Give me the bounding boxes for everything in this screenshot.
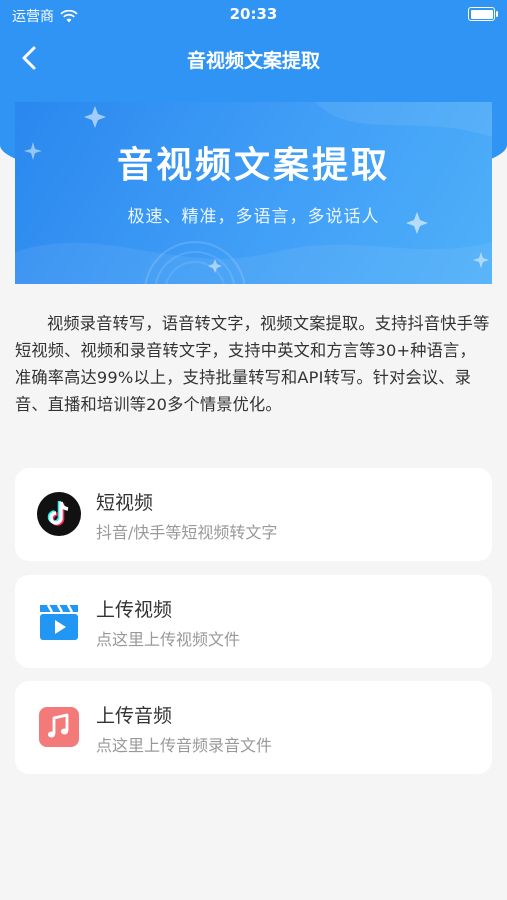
music-note-icon	[39, 707, 79, 747]
card-title: 短视频	[96, 492, 154, 514]
clock: 20:33	[229, 5, 278, 23]
card-subtitle: 点这里上传视频文件	[96, 630, 241, 649]
status-bar: 运营商 20:33	[0, 0, 507, 30]
battery-icon	[468, 7, 498, 21]
banner-subtitle: 极速、精准，多语言，多说话人	[127, 207, 380, 227]
video-clapper-icon	[40, 604, 78, 640]
banner-title: 音视频文案提取	[116, 145, 390, 186]
upload-video-card[interactable]: 上传视频 点这里上传视频文件	[15, 575, 492, 668]
hero-banner: 音视频文案提取 极速、精准，多语言，多说话人	[15, 102, 492, 284]
card-title: 上传音频	[96, 705, 173, 727]
description-text: 视频录音转写，语音转文字，视频文案提取。支持抖音快手等短视频、视频和录音转文字，…	[15, 314, 490, 414]
upload-audio-card[interactable]: 上传音频 点这里上传音频录音文件	[15, 681, 492, 774]
card-title: 上传视频	[96, 599, 173, 621]
page-title: 音视频文案提取	[186, 50, 320, 72]
card-subtitle: 点这里上传音频录音文件	[96, 736, 273, 755]
card-subtitle: 抖音/快手等短视频转文字	[96, 523, 278, 542]
tiktok-icon	[37, 492, 81, 536]
short-video-card[interactable]: 短视频 抖音/快手等短视频转文字	[15, 468, 492, 561]
navigation-bar: 音视频文案提取	[0, 34, 507, 82]
banner-decoration	[15, 102, 492, 284]
